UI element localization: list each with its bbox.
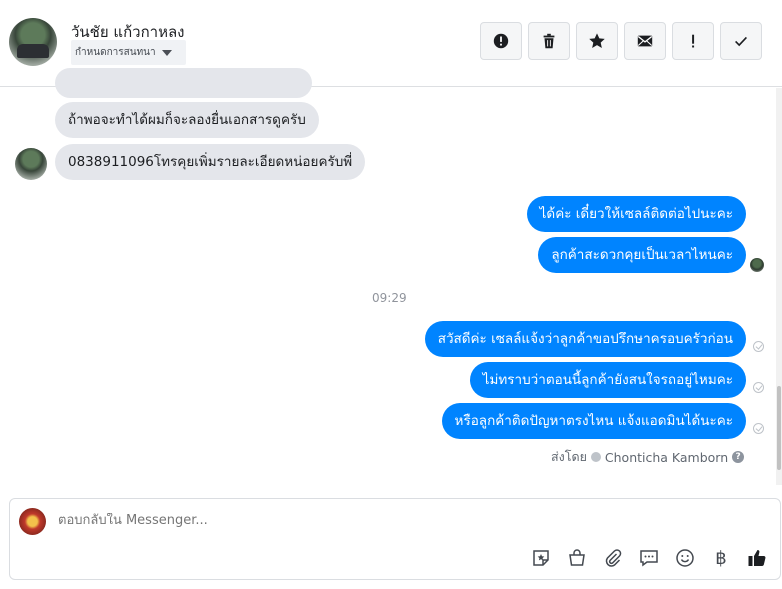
- paperclip-icon: [605, 549, 622, 567]
- conversation-tag-label: กำหนดการสนทนา: [75, 47, 156, 58]
- outgoing-message: ได้ค่ะ เดี๋ยวให้เซลล์ติดต่อไปนะคะ: [526, 196, 746, 232]
- message-composer: ฿: [9, 498, 781, 580]
- exclamation-icon: [692, 34, 695, 48]
- sender-avatar[interactable]: [15, 148, 47, 180]
- sent-check-icon: [753, 341, 764, 352]
- composer-tools: ฿: [530, 547, 768, 569]
- seen-avatar: [750, 258, 764, 272]
- mark-spam-button[interactable]: [480, 22, 522, 60]
- check-icon: [735, 36, 747, 47]
- attach-button[interactable]: [602, 547, 624, 569]
- sent-check-icon: [753, 382, 764, 393]
- emoji-icon: [676, 549, 694, 567]
- mark-done-button[interactable]: [720, 22, 762, 60]
- delete-button[interactable]: [528, 22, 570, 60]
- sent-by-name[interactable]: Chonticha Kamborn: [605, 450, 728, 465]
- mail-icon: [637, 35, 653, 47]
- sent-by-info: ส่งโดย Chonticha Kamborn ?: [551, 447, 745, 467]
- sticker-button[interactable]: [530, 547, 552, 569]
- alert-circle-icon: [493, 33, 509, 49]
- sticker-icon: [533, 550, 549, 566]
- message-bubble-partial: [55, 68, 312, 98]
- shop-button[interactable]: [566, 547, 588, 569]
- like-button[interactable]: [746, 547, 768, 569]
- reply-input[interactable]: [58, 513, 658, 528]
- sent-check-icon: [753, 423, 764, 434]
- baht-icon: ฿: [715, 547, 727, 569]
- payment-button[interactable]: ฿: [710, 547, 732, 569]
- trash-icon: [543, 33, 555, 49]
- emoji-button[interactable]: [674, 547, 696, 569]
- contact-avatar[interactable]: [9, 18, 57, 66]
- scrollbar-thumb[interactable]: [777, 386, 781, 470]
- follow-up-button[interactable]: [672, 22, 714, 60]
- saved-reply-icon: [640, 550, 658, 567]
- sent-by-prefix: ส่งโดย: [551, 449, 587, 464]
- mark-unread-button[interactable]: [624, 22, 666, 60]
- star-button[interactable]: [576, 22, 618, 60]
- outgoing-message: หรือลูกค้าติดปัญหาตรงไหน แจ้งแอดมินได้นะ…: [441, 403, 746, 439]
- shopping-bag-icon: [569, 549, 585, 566]
- like-icon: [748, 550, 766, 566]
- outgoing-message: ลูกค้าสะดวกคุยเป็นเวลาไหนคะ: [538, 237, 746, 273]
- incoming-message: ถ้าพอจะทำได้ผมก็จะลองยื่นเอกสารดูครับ: [55, 102, 319, 138]
- star-icon: [589, 33, 605, 49]
- page-avatar: [19, 508, 46, 535]
- chevron-down-icon: [161, 49, 172, 56]
- time-divider: 09:29: [372, 291, 407, 305]
- conversation-actions: [480, 22, 762, 60]
- verified-icon: [590, 452, 601, 462]
- help-icon[interactable]: ?: [732, 451, 745, 463]
- saved-replies-button[interactable]: [638, 547, 660, 569]
- outgoing-message: ไม่ทราบว่าตอนนี้ลูกค้ายังสนใจรถอยู่ไหมคะ: [469, 362, 746, 398]
- outgoing-message: สวัสดีค่ะ เซลล์แจ้งว่าลูกค้าขอปรึกษาครอบ…: [424, 321, 746, 357]
- conversation-tag-dropdown[interactable]: กำหนดการสนทนา: [71, 40, 186, 65]
- incoming-message: 0838911096โทรคุยเพิ่มรายละเอียดหน่อยครับ…: [55, 144, 366, 180]
